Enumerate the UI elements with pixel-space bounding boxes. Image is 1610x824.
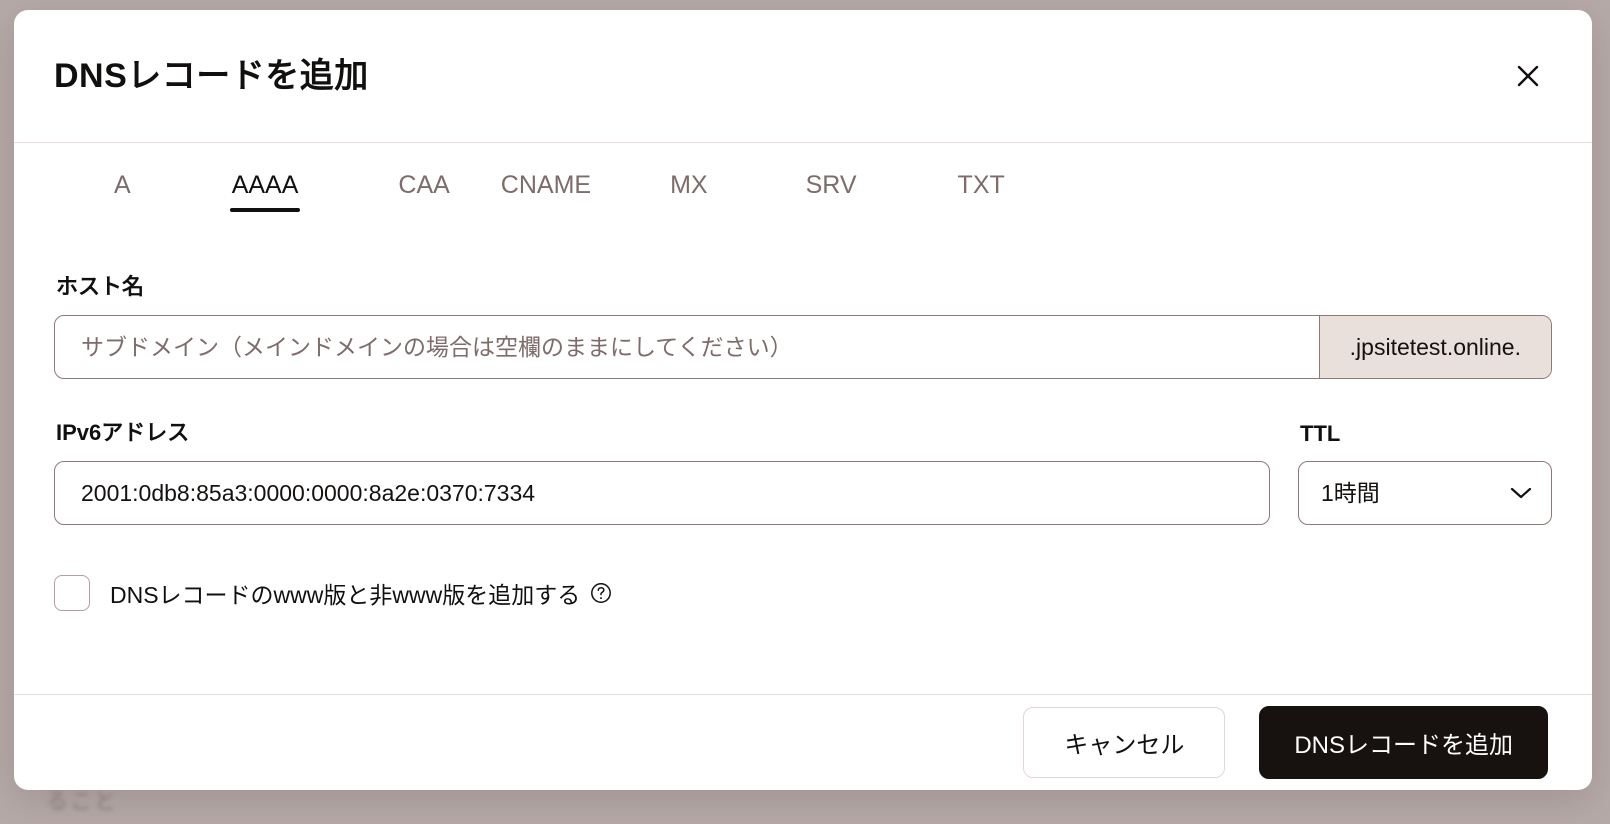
domain-suffix: .jpsitetest.online.	[1318, 316, 1551, 378]
ttl-label: TTL	[1300, 421, 1341, 446]
submit-add-dns-record-button[interactable]: DNSレコードを追加	[1259, 706, 1548, 779]
dialog-body: A AAAA CAA CNAME MX SRV TXT ホスト名 サブドメイン（…	[14, 143, 1592, 694]
host-label: ホスト名	[56, 274, 145, 299]
ttl-select[interactable]: 1時間	[1298, 461, 1552, 525]
tab-label: AAAA	[231, 171, 299, 199]
host-input[interactable]	[55, 316, 1319, 378]
address-label: IPv6アドレス	[56, 420, 190, 445]
ttl-select-wrap: 1時間	[1298, 461, 1552, 525]
tab-label: SRV	[805, 171, 857, 199]
cancel-button[interactable]: キャンセル	[1023, 707, 1226, 778]
address-ttl-row: IPv6アドレス TTL 1時間	[54, 415, 1552, 525]
www-variant-checkbox[interactable]	[54, 575, 90, 611]
tab-label: A	[114, 171, 131, 199]
dialog-header: DNSレコードを追加	[14, 10, 1592, 143]
tab-caa[interactable]: CAA	[396, 167, 451, 218]
tab-label: MX	[670, 171, 708, 199]
tab-srv[interactable]: SRV	[804, 167, 859, 218]
close-glyph	[1517, 65, 1539, 87]
tab-cname[interactable]: CNAME	[499, 167, 593, 218]
tab-label: TXT	[957, 171, 1005, 199]
dialog-title: DNSレコードを追加	[54, 57, 369, 95]
ttl-field: TTL 1時間	[1298, 421, 1552, 525]
tab-aaaa[interactable]: AAAA	[229, 167, 301, 218]
help-circle-icon[interactable]	[590, 582, 612, 604]
ipv6-address-input[interactable]	[54, 461, 1270, 525]
dialog-footer: キャンセル DNSレコードを追加	[14, 694, 1592, 790]
www-variant-label-wrap[interactable]: DNSレコードのwww版と非www版を追加する	[110, 576, 612, 610]
www-variant-label: DNSレコードのwww版と非www版を追加する	[110, 582, 581, 608]
add-dns-record-dialog: DNSレコードを追加 A AAAA CAA CNAME MX SRV TXT ホ…	[14, 10, 1592, 790]
tab-label: CAA	[398, 171, 450, 199]
help-circle-glyph	[591, 583, 612, 603]
host-field-row: ホスト名 .jpsitetest.online.	[54, 269, 1552, 379]
tab-a[interactable]: A	[112, 167, 133, 218]
close-icon[interactable]	[1508, 56, 1548, 96]
www-variant-row: DNSレコードのwww版と非www版を追加する	[54, 575, 1552, 611]
record-type-tabs: A AAAA CAA CNAME MX SRV TXT	[54, 143, 1552, 235]
host-input-group: .jpsitetest.online.	[54, 315, 1552, 379]
tab-label: CNAME	[500, 171, 592, 199]
tab-txt[interactable]: TXT	[956, 167, 1007, 218]
address-field: IPv6アドレス	[54, 415, 1270, 525]
tab-mx[interactable]: MX	[668, 167, 710, 218]
